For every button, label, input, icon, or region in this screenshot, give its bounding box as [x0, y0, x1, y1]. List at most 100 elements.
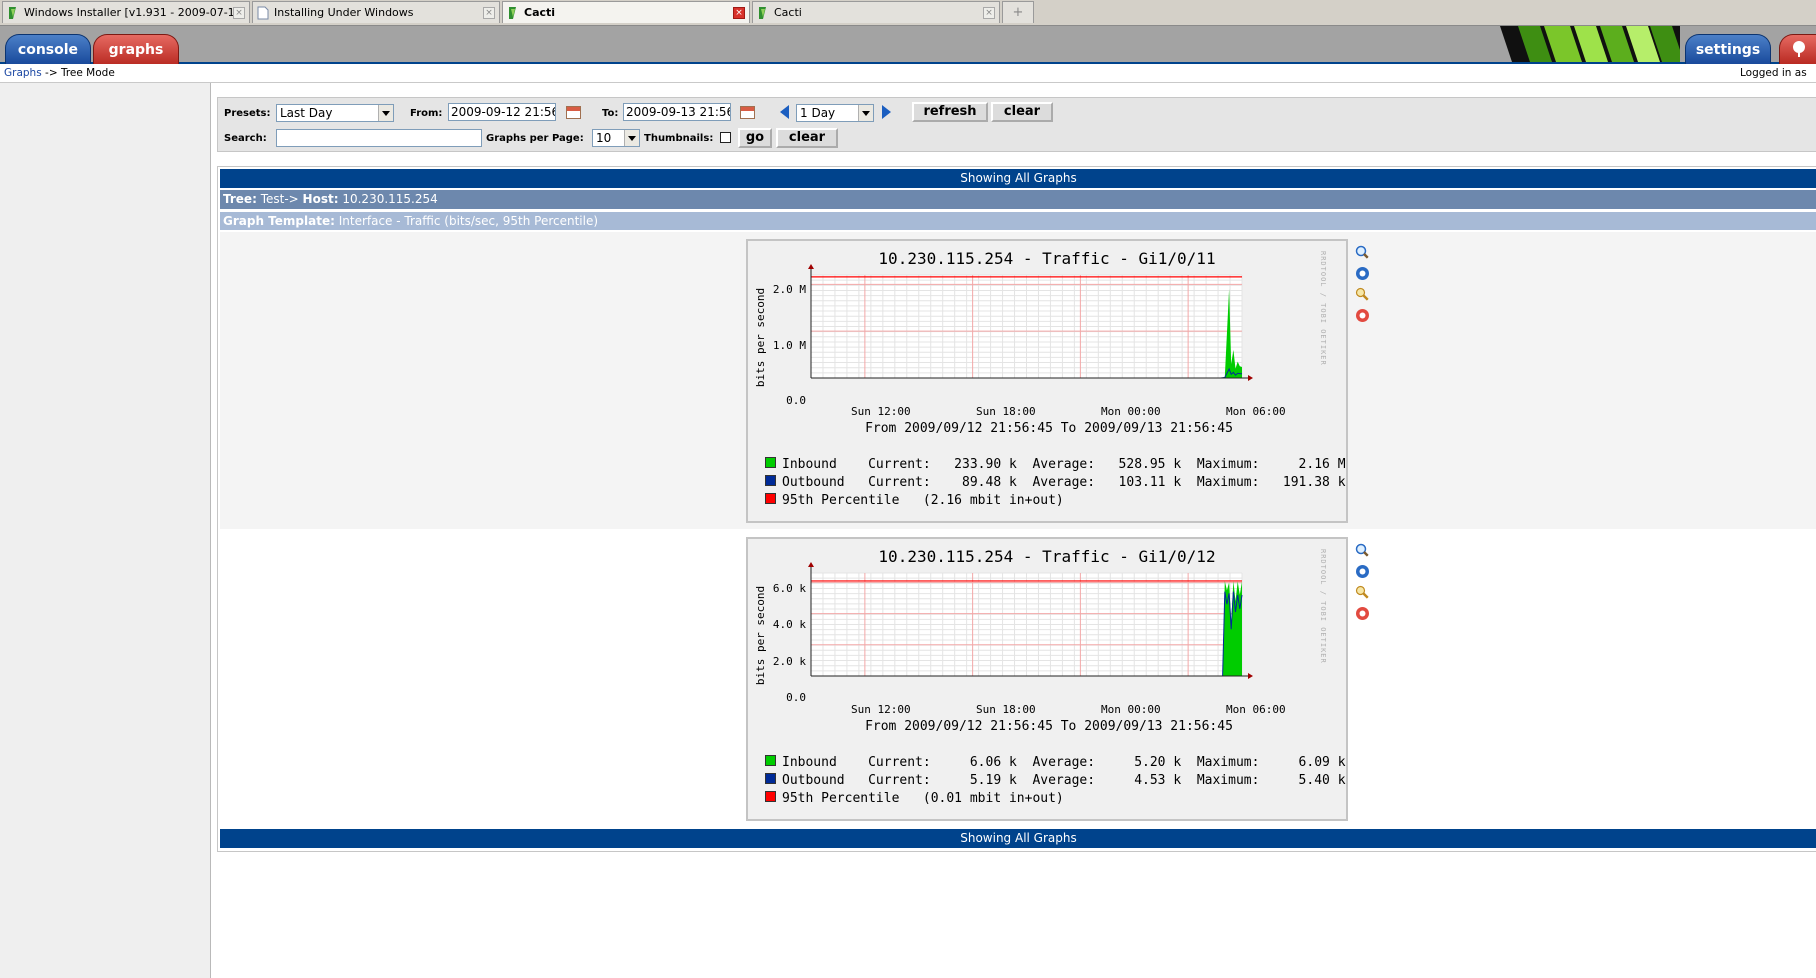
- clear-timespan-button[interactable]: clear: [991, 102, 1053, 122]
- cacti-leaf-icon: [509, 6, 516, 19]
- close-tab-icon[interactable]: ×: [233, 6, 245, 19]
- legend-outbound: Outbound Current: 89.48 k Average: 103.1…: [765, 475, 1346, 490]
- chevron-down-icon: [378, 105, 393, 121]
- tab-title: Installing Under Windows: [274, 6, 414, 19]
- browser-tab-installing[interactable]: Installing Under Windows ×: [252, 1, 500, 23]
- properties-icon[interactable]: [1355, 585, 1370, 600]
- to-date-input[interactable]: 2009-09-13 21:56: [623, 103, 731, 121]
- legend-text: 95th Percentile (2.16 mbit in+out): [782, 493, 1064, 508]
- plus-icon: +: [1012, 5, 1024, 20]
- tab-title: Cacti: [774, 6, 802, 19]
- console-tab[interactable]: console: [5, 34, 91, 65]
- x-tick-label: Mon 06:00: [1226, 405, 1286, 418]
- tree-label: Tree:: [223, 192, 257, 206]
- zoom-icon[interactable]: [1355, 543, 1370, 558]
- x-tick-label: Sun 18:00: [976, 405, 1036, 418]
- showing-all-graphs-top: Showing All Graphs: [220, 169, 1816, 188]
- legend-text: Outbound Current: 89.48 k Average: 103.1…: [782, 475, 1346, 490]
- calendar-icon[interactable]: [566, 106, 581, 119]
- y-tick-label: 0.0: [786, 394, 806, 407]
- graph-list: Showing All Graphs Tree: Test-> Host: 10…: [217, 166, 1816, 852]
- tree-view-tab[interactable]: [1779, 34, 1816, 64]
- csv-export-icon[interactable]: [1355, 266, 1370, 281]
- traffic-graph-gi1-0-11[interactable]: 10.230.115.254 - Traffic - Gi1/0/11 bits…: [746, 239, 1348, 523]
- tab-title: Cacti: [524, 6, 556, 19]
- search-input[interactable]: [276, 129, 482, 147]
- graph-tree-sidebar[interactable]: [0, 83, 211, 978]
- close-tab-icon[interactable]: ×: [483, 6, 495, 19]
- y-axis-arrow: [808, 264, 814, 269]
- logged-in-text: Logged in as: [1740, 67, 1807, 79]
- graphs-per-page-select[interactable]: 10: [592, 129, 640, 147]
- traffic-graph-gi1-0-12[interactable]: 10.230.115.254 - Traffic - Gi1/0/12 bits…: [746, 537, 1348, 821]
- close-tab-icon[interactable]: ×: [983, 6, 995, 19]
- browser-tab-cacti[interactable]: Cacti ×: [752, 1, 1000, 23]
- cacti-header: console graphs settings: [0, 26, 1816, 65]
- close-tab-icon[interactable]: ×: [733, 6, 745, 19]
- cacti-logo-decoration: [1500, 26, 1680, 62]
- clear-search-button[interactable]: clear: [776, 128, 838, 148]
- legend-inbound: Inbound Current: 233.90 k Average: 528.9…: [765, 457, 1346, 472]
- x-tick-label: Mon 00:00: [1101, 405, 1161, 418]
- tree-host-header: Tree: Test-> Host: 10.230.115.254: [220, 190, 1816, 209]
- legend-inbound: Inbound Current: 6.06 k Average: 5.20 k …: [765, 755, 1346, 770]
- legend-swatch: [765, 755, 776, 766]
- breadcrumb: Graphs -> Tree Mode: [4, 67, 115, 79]
- browser-tab-cacti-active[interactable]: Cacti ×: [502, 1, 750, 23]
- chevron-down-icon: [624, 130, 639, 146]
- timespan-select[interactable]: 1 Day: [796, 104, 874, 122]
- search-label: Search:: [224, 133, 267, 144]
- chevron-down-icon: [858, 105, 873, 121]
- browser-tab-windows-installer[interactable]: Windows Installer [v1.931 - 2009-07-10] …: [2, 1, 250, 23]
- shift-right-icon[interactable]: [882, 105, 891, 119]
- graph-time-range: From 2009/09/12 21:56:45 To 2009/09/13 2…: [865, 421, 1233, 436]
- template-label: Graph Template:: [223, 214, 335, 228]
- calendar-icon[interactable]: [740, 106, 755, 119]
- breadcrumb-bar: Graphs -> Tree Mode Logged in as: [0, 64, 1816, 83]
- legend-text: Inbound Current: 6.06 k Average: 5.20 k …: [782, 755, 1346, 770]
- y-tick-label: 6.0 k: [772, 582, 806, 595]
- from-label: From:: [410, 108, 443, 119]
- tree-icon: [1793, 41, 1805, 57]
- graphs-per-page-label: Graphs per Page:: [486, 133, 584, 144]
- shift-left-icon[interactable]: [780, 105, 789, 119]
- go-button[interactable]: go: [738, 128, 772, 148]
- y-axis-arrow: [808, 562, 814, 567]
- zoom-icon[interactable]: [1355, 245, 1370, 260]
- host-label: Host:: [302, 192, 339, 206]
- presets-label: Presets:: [224, 108, 271, 119]
- legend-text: Inbound Current: 233.90 k Average: 528.9…: [782, 457, 1346, 472]
- tab-title: Windows Installer [v1.931 - 2009-07-10]: [24, 6, 233, 19]
- view-graph-icon[interactable]: [1355, 606, 1370, 621]
- template-value: Interface - Traffic (bits/sec, 95th Perc…: [338, 214, 599, 228]
- legend-swatch: [765, 493, 776, 504]
- x-axis-arrow: [1248, 673, 1253, 679]
- showing-all-graphs-bottom: Showing All Graphs: [220, 829, 1816, 848]
- legend-swatch: [765, 475, 776, 486]
- legend-outbound: Outbound Current: 5.19 k Average: 4.53 k…: [765, 773, 1346, 788]
- breadcrumb-graphs-link[interactable]: Graphs: [4, 67, 42, 79]
- graphs-per-page-value: 10: [596, 131, 612, 145]
- cacti-leaf-icon: [759, 6, 766, 19]
- settings-tab[interactable]: settings: [1685, 34, 1771, 65]
- properties-icon[interactable]: [1355, 287, 1370, 302]
- new-tab-button[interactable]: +: [1002, 1, 1034, 23]
- timespan-value: 1 Day: [800, 106, 836, 120]
- breadcrumb-current: Tree Mode: [60, 67, 115, 79]
- cacti-leaf-icon: [9, 6, 16, 19]
- view-graph-icon[interactable]: [1355, 308, 1370, 323]
- legend-swatch: [765, 773, 776, 784]
- x-tick-label: Sun 12:00: [851, 405, 911, 418]
- from-date-input[interactable]: 2009-09-12 21:56: [448, 103, 556, 121]
- y-tick-label: 1.0 M: [772, 339, 806, 352]
- csv-export-icon[interactable]: [1355, 564, 1370, 579]
- x-tick-label: Mon 06:00: [1226, 703, 1286, 716]
- x-axis-arrow: [1248, 375, 1253, 381]
- refresh-button[interactable]: refresh: [912, 102, 988, 122]
- graphs-tab[interactable]: graphs: [93, 34, 179, 65]
- thumbnails-checkbox[interactable]: [720, 132, 731, 143]
- browser-tab-bar: Windows Installer [v1.931 - 2009-07-10] …: [0, 0, 1816, 26]
- legend-95th-percentile: 95th Percentile (0.01 mbit in+out): [765, 791, 1064, 806]
- presets-select[interactable]: Last Day: [276, 104, 394, 122]
- legend-text: Outbound Current: 5.19 k Average: 4.53 k…: [782, 773, 1346, 788]
